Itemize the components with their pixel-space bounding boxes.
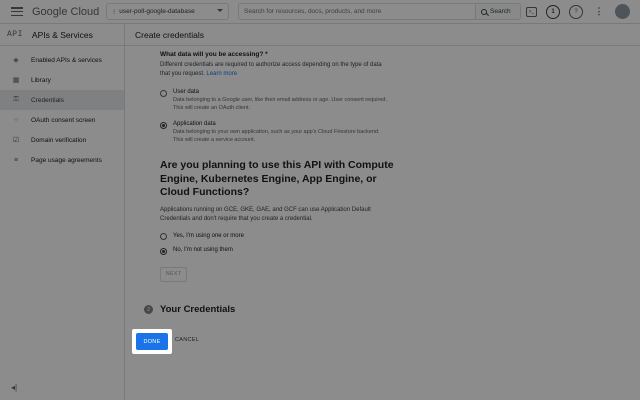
compute-engine-help: Applications running on GCE, GKE, GAE, a…: [160, 206, 371, 222]
library-icon: ▦: [12, 77, 20, 84]
project-icon: ⁝: [113, 8, 116, 16]
project-name: user-poll-google-database: [119, 8, 195, 15]
sidebar-item-oauth-consent[interactable]: ⁘ OAuth consent screen: [0, 110, 124, 130]
radio-option-application-data[interactable]: Application data Data belonging to your …: [160, 121, 390, 144]
done-button[interactable]: DONE: [136, 333, 168, 350]
main-panel: Create credentials What data will you be…: [125, 24, 640, 400]
search-input[interactable]: [238, 3, 475, 20]
data-access-question: What data will you be accessing? *: [160, 51, 268, 58]
diamond-icon: ◈: [13, 57, 19, 64]
top-bar: Google Cloud ⁝ user-poll-google-database…: [0, 0, 640, 24]
step-title: Your Credentials: [160, 304, 236, 315]
radio-label: Yes, I'm using one or more: [173, 232, 244, 239]
radio-option-user-data[interactable]: User data Data belonging to a Google use…: [160, 89, 390, 112]
cloud-shell-icon[interactable]: >_: [526, 6, 537, 17]
sidebar-item-label: OAuth consent screen: [31, 116, 96, 124]
radio-option-no[interactable]: No, I'm not using them: [160, 247, 390, 255]
credentials-form: What data will you be accessing? * Diffe…: [160, 51, 394, 282]
avatar[interactable]: [615, 4, 630, 19]
chevron-down-icon: [217, 9, 223, 12]
settings-list-icon: ≡: [13, 156, 19, 164]
api-icon: API: [7, 30, 23, 39]
search-icon: [481, 8, 487, 15]
sidebar-item-label: Domain verification: [31, 136, 87, 144]
checkbox-icon: ☑: [12, 137, 20, 144]
sidebar-item-label: Library: [31, 76, 51, 84]
consent-icon: ⁘: [13, 117, 19, 124]
project-selector[interactable]: ⁝ user-poll-google-database: [106, 3, 229, 20]
done-highlight: DONE: [132, 329, 172, 354]
menu-icon[interactable]: [11, 7, 23, 16]
radio-yes[interactable]: [160, 233, 167, 240]
sidebar-item-label: Enabled APIs & services: [31, 56, 102, 64]
radio-label: Application data: [173, 121, 216, 127]
search-button[interactable]: Search: [475, 3, 521, 20]
radio-option-yes[interactable]: Yes, I'm using one or more: [160, 232, 390, 240]
radio-description: Data belonging to a Google user, like th…: [173, 97, 388, 111]
sidebar-item-domain-verification[interactable]: ☑ Domain verification: [0, 130, 124, 150]
search-button-label: Search: [490, 8, 511, 15]
radio-user-data[interactable]: [160, 89, 167, 97]
step-number-badge: 2: [144, 305, 153, 314]
sidebar-item-library[interactable]: ▦ Library: [0, 70, 124, 90]
sidebar-title: APIs & Services: [31, 29, 93, 40]
sidebar-header: API APIs & Services: [0, 24, 124, 46]
sidebar: API APIs & Services ◈ Enabled APIs & ser…: [0, 24, 125, 400]
collapse-sidebar-icon[interactable]: ◂|: [11, 383, 17, 392]
learn-more-link[interactable]: Learn more: [206, 71, 237, 77]
radio-label: No, I'm not using them: [173, 247, 233, 253]
sidebar-item-label: Page usage agreements: [31, 156, 102, 164]
notification-icon[interactable]: 1: [546, 4, 560, 19]
data-access-help: Different credentials are required to au…: [160, 62, 382, 77]
compute-engine-question: Are you planning to use this API with Co…: [160, 159, 394, 198]
sidebar-item-page-usage[interactable]: ≡ Page usage agreements: [0, 150, 124, 170]
step-your-credentials: 2 Your Credentials: [144, 304, 235, 315]
more-options-icon[interactable]: ⋮: [592, 5, 606, 19]
sidebar-item-enabled-apis[interactable]: ◈ Enabled APIs & services: [0, 50, 124, 70]
sidebar-item-label: Credentials: [31, 96, 64, 104]
page-title: Create credentials: [125, 24, 640, 46]
sidebar-item-credentials[interactable]: ⚿ Credentials: [0, 90, 124, 110]
key-icon: ⚿: [13, 96, 19, 103]
google-cloud-logo[interactable]: Google Cloud: [32, 6, 99, 18]
radio-label: User data: [173, 89, 200, 95]
radio-no[interactable]: [160, 247, 167, 255]
radio-application-data[interactable]: [160, 121, 167, 129]
next-button[interactable]: NEXT: [160, 266, 187, 282]
radio-description: Data belonging to your own application, …: [173, 129, 380, 143]
cancel-button[interactable]: CANCEL: [175, 337, 199, 343]
help-icon[interactable]: ?: [569, 4, 583, 19]
